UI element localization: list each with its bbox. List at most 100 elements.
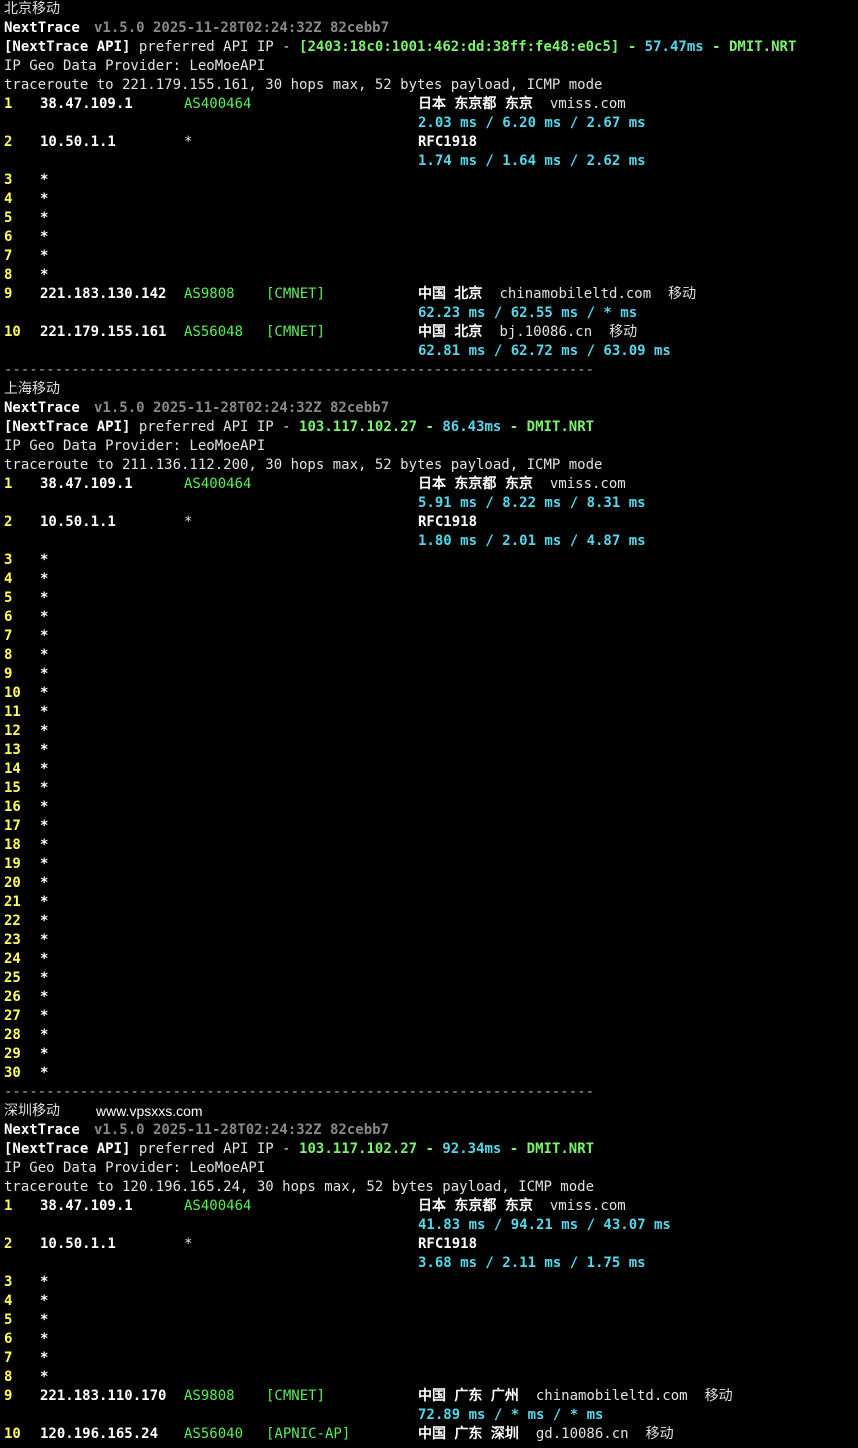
hop-ip: * bbox=[40, 970, 49, 986]
hop-times-row: 41.83 ms / 94.21 ms / 43.07 ms bbox=[4, 1216, 856, 1235]
hop-number: 1 bbox=[4, 476, 13, 492]
hop-row: 22 * bbox=[4, 912, 856, 931]
hop-host: chinamobileltd.com bbox=[535, 1388, 688, 1404]
hop-ip: * bbox=[40, 666, 49, 682]
hop-number: 4 bbox=[4, 1293, 13, 1309]
hop-number: 22 bbox=[4, 913, 21, 929]
hop-ip: * bbox=[40, 704, 49, 720]
hop-geo: RFC1918 bbox=[418, 134, 478, 150]
hop-number: 10 bbox=[4, 324, 21, 340]
hop-ip: * bbox=[40, 1027, 49, 1043]
traceroute-line: traceroute to 221.179.155.161, 30 hops m… bbox=[4, 77, 603, 93]
hop-times: 72.89 ms / * ms / * ms bbox=[418, 1407, 604, 1423]
hop-row: 10 * bbox=[4, 684, 856, 703]
api-part-3: - bbox=[425, 419, 434, 435]
hop-row: 15 * bbox=[4, 779, 856, 798]
hop-ip: * bbox=[40, 1065, 49, 1081]
hop-number: 25 bbox=[4, 970, 21, 986]
hop-number: 17 bbox=[4, 818, 21, 834]
api-part-5: - bbox=[712, 39, 721, 55]
api-part-0: [NextTrace API] bbox=[4, 39, 131, 55]
hop-ip: * bbox=[40, 191, 49, 207]
hop-ip: * bbox=[40, 951, 49, 967]
hop-number: 6 bbox=[4, 229, 13, 245]
hop-row: 2 10.50.1.1 * RFC1918 bbox=[4, 1235, 856, 1254]
hop-ip: * bbox=[40, 780, 49, 796]
hop-times-row: 62.81 ms / 62.72 ms / 63.09 ms bbox=[4, 342, 856, 361]
hop-times-row: 3.68 ms / 2.11 ms / 1.75 ms bbox=[4, 1254, 856, 1273]
geo-provider-row: IP Geo Data Provider: LeoMoeAPI bbox=[4, 57, 856, 76]
hop-ip: * bbox=[40, 818, 49, 834]
hop-row: 1 38.47.109.1 AS400464 日本 东京都 东京 vmiss.com bbox=[4, 95, 856, 114]
hop-row: 4 * bbox=[4, 190, 856, 209]
hop-ip: * bbox=[40, 913, 49, 929]
hop-number: 2 bbox=[4, 514, 13, 530]
hop-row: 9 * bbox=[4, 665, 856, 684]
api-part-1: preferred API IP - bbox=[138, 1141, 291, 1157]
hop-row: 12 * bbox=[4, 722, 856, 741]
nexttrace-version-row: NextTrace v1.5.0 2025-11-28T02:24:32Z 82c… bbox=[4, 399, 856, 418]
hop-number: 7 bbox=[4, 248, 13, 264]
geo-provider: IP Geo Data Provider: LeoMoeAPI bbox=[4, 438, 266, 454]
hop-number: 13 bbox=[4, 742, 21, 758]
hop-geo: 日本 东京都 东京 bbox=[418, 476, 533, 492]
hop-geo: 中国 广东 广州 bbox=[418, 1388, 519, 1404]
hop-number: 8 bbox=[4, 267, 13, 283]
api-row: [NextTrace API] preferred API IP - 103.117… bbox=[4, 418, 856, 437]
watermark-text: www.vpsxxs.com bbox=[96, 1103, 203, 1119]
hop-row: 27 * bbox=[4, 1007, 856, 1026]
hop-isp: 移动 bbox=[668, 286, 697, 302]
hop-row: 14 * bbox=[4, 760, 856, 779]
hop-row: 3 * bbox=[4, 551, 856, 570]
hop-number: 4 bbox=[4, 571, 13, 587]
hop-ip: 38.47.109.1 bbox=[40, 1198, 133, 1214]
api-part-5: - bbox=[509, 1141, 519, 1157]
api-row: [NextTrace API] preferred API IP - [2403:1… bbox=[4, 38, 856, 57]
traceroute-row: traceroute to 221.179.155.161, 30 hops m… bbox=[4, 76, 856, 95]
hop-ip: * bbox=[40, 932, 49, 948]
traceroute-line: traceroute to 120.196.165.24, 30 hops ma… bbox=[4, 1179, 595, 1195]
hop-number: 5 bbox=[4, 590, 13, 606]
hop-number: 5 bbox=[4, 210, 13, 226]
hop-row: 3 * bbox=[4, 1273, 856, 1292]
hop-row: 17 * bbox=[4, 817, 856, 836]
api-part-5: - bbox=[509, 419, 519, 435]
hop-number: 27 bbox=[4, 1008, 21, 1024]
hop-number: 1 bbox=[4, 1198, 13, 1214]
hop-row: 9 221.183.110.170 AS9808 [CMNET] 中国 广东 广州 chi… bbox=[4, 1387, 856, 1406]
hop-geo: 日本 东京都 东京 bbox=[418, 96, 533, 112]
hop-asn: * bbox=[184, 1236, 193, 1252]
hop-geo: 日本 东京都 东京 bbox=[418, 1198, 533, 1214]
hop-row: 2 10.50.1.1 * RFC1918 bbox=[4, 513, 856, 532]
hop-row: 6 * bbox=[4, 228, 856, 247]
api-part-4: 92.34ms bbox=[442, 1141, 502, 1157]
hop-ip: * bbox=[40, 742, 49, 758]
hop-number: 24 bbox=[4, 951, 21, 967]
hop-row: 8 * bbox=[4, 1368, 856, 1387]
api-row: [NextTrace API] preferred API IP - 103.117… bbox=[4, 1140, 856, 1159]
terminal-output: 北京移动 NextTrace v1.5.0 2025-11-28T02:24:32Z… bbox=[4, 0, 856, 1444]
hop-number: 3 bbox=[4, 1274, 13, 1290]
hop-row: 25 * bbox=[4, 969, 856, 988]
hop-ip: * bbox=[40, 685, 49, 701]
hop-tag: [APNIC-AP] bbox=[266, 1426, 351, 1442]
hop-tag: [CMNET] bbox=[266, 324, 326, 340]
hop-ip: 10.50.1.1 bbox=[40, 514, 116, 530]
hop-ip: * bbox=[40, 856, 49, 872]
hop-asn: AS9808 bbox=[184, 1388, 235, 1404]
separator-row: ----------------------------------------… bbox=[4, 361, 856, 380]
hop-number: 4 bbox=[4, 191, 13, 207]
hop-ip: 38.47.109.1 bbox=[40, 476, 133, 492]
hop-number: 2 bbox=[4, 134, 13, 150]
api-part-1: preferred API IP - bbox=[138, 39, 291, 55]
hop-row: 24 * bbox=[4, 950, 856, 969]
hop-asn: * bbox=[184, 514, 193, 530]
hop-times: 41.83 ms / 94.21 ms / 43.07 ms bbox=[418, 1217, 671, 1233]
hop-row: 1 38.47.109.1 AS400464 日本 东京都 东京 vmiss.com bbox=[4, 1197, 856, 1216]
hop-number: 10 bbox=[4, 1426, 21, 1442]
traceroute-line: traceroute to 211.136.112.200, 30 hops m… bbox=[4, 457, 603, 473]
app-name: NextTrace bbox=[4, 400, 80, 416]
hop-host: gd.10086.cn bbox=[535, 1426, 629, 1442]
hop-ip: 221.183.130.142 bbox=[40, 286, 167, 302]
hop-number: 20 bbox=[4, 875, 21, 891]
